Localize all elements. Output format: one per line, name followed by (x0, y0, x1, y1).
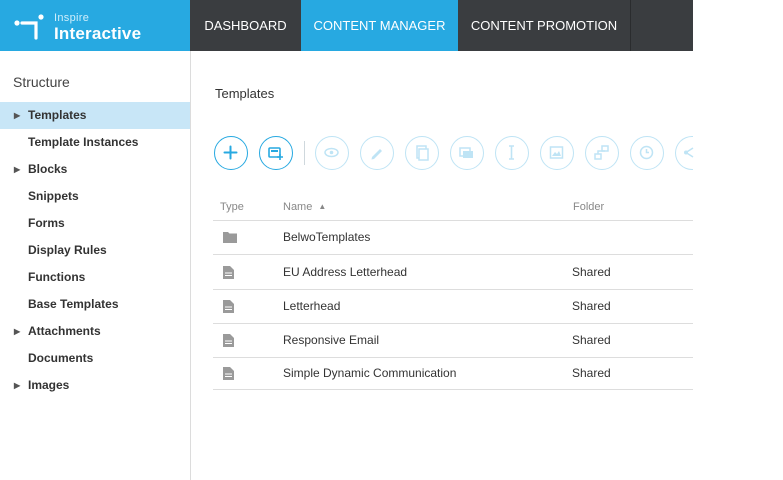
tab-content-manager[interactable]: CONTENT MANAGER (301, 0, 458, 51)
add-template-button[interactable] (214, 136, 248, 170)
sidebar-item-blocks[interactable]: ▶ Blocks (0, 156, 190, 183)
row-name: EU Address Letterhead (283, 265, 408, 279)
expand-caret-icon[interactable]: ▶ (14, 156, 20, 183)
toolbar-separator (304, 141, 305, 165)
sidebar-item-display-rules[interactable]: Display Rules (0, 237, 190, 264)
text-cursor-icon (509, 145, 514, 160)
logo-mark-icon (14, 14, 44, 40)
top-navigation-bar: Inspire Interactive DASHBOARD CONTENT MA… (0, 0, 693, 51)
table-row[interactable]: Simple Dynamic Communication Shared (213, 358, 693, 390)
sidebar-item-label: Snippets (28, 189, 79, 203)
copy-button[interactable] (405, 136, 439, 170)
sidebar-item-label: Template Instances (28, 135, 139, 149)
sidebar-item-images[interactable]: ▶ Images (0, 372, 190, 399)
sidebar-item-functions[interactable]: Functions (0, 264, 190, 291)
brand-name-line2: Interactive (54, 24, 142, 43)
sidebar-item-label: Blocks (28, 162, 68, 176)
document-icon (223, 367, 234, 380)
sidebar-item-label: Images (28, 378, 70, 392)
sidebar-item-label: Forms (28, 216, 65, 230)
text-button[interactable] (495, 136, 529, 170)
sidebar-item-snippets[interactable]: Snippets (0, 183, 190, 210)
row-name: Letterhead (283, 299, 341, 313)
row-name: BelwoTemplates (283, 230, 371, 244)
table-row[interactable]: Responsive Email Shared (213, 324, 693, 358)
move-icon (459, 147, 473, 158)
new-from-template-button[interactable] (259, 136, 293, 170)
document-icon (223, 266, 234, 279)
expand-caret-icon[interactable]: ▶ (14, 372, 20, 399)
sidebar-item-templates[interactable]: ▶ Templates (0, 102, 190, 129)
tab-content-promotion[interactable]: CONTENT PROMOTION (458, 0, 630, 51)
sort-ascending-icon: ▲ (318, 202, 327, 211)
schedule-button[interactable] (630, 136, 664, 170)
expand-caret-icon[interactable]: ▶ (14, 102, 20, 129)
row-name: Simple Dynamic Communication (283, 366, 457, 380)
row-folder: Shared (572, 366, 611, 380)
brand-logo[interactable]: Inspire Interactive (0, 0, 190, 51)
eye-icon (324, 147, 339, 158)
document-icon (223, 334, 234, 347)
document-icon (223, 300, 234, 313)
sidebar-item-label: Attachments (28, 324, 101, 338)
row-folder: Shared (572, 265, 611, 279)
move-button[interactable] (450, 136, 484, 170)
sidebar-item-forms[interactable]: Forms (0, 210, 190, 237)
table-row[interactable]: EU Address Letterhead Shared (213, 255, 693, 290)
structure-sidebar: Structure ▶ Templates Template Instances… (0, 51, 191, 480)
pencil-icon (371, 149, 382, 160)
sidebar-item-base-templates[interactable]: Base Templates (0, 291, 190, 318)
column-header-type[interactable]: Type (220, 201, 244, 213)
sidebar-item-documents[interactable]: Documents (0, 345, 190, 372)
sidebar-title: Structure (13, 74, 70, 90)
row-folder: Shared (572, 299, 611, 313)
plus-icon (223, 145, 238, 160)
edit-button[interactable] (360, 136, 394, 170)
sidebar-item-attachments[interactable]: ▶ Attachments (0, 318, 190, 345)
table-row[interactable]: BelwoTemplates (213, 221, 693, 255)
sidebar-item-template-instances[interactable]: Template Instances (0, 129, 190, 156)
share-icon (684, 147, 694, 158)
column-header-name-label: Name (283, 201, 313, 213)
brand-name-line1: Inspire (54, 12, 90, 24)
nav-divider (630, 0, 631, 51)
row-folder: Shared (572, 333, 611, 347)
clock-icon (639, 145, 654, 160)
new-from-template-icon (268, 147, 283, 160)
preview-button[interactable] (315, 136, 349, 170)
table-row[interactable]: Letterhead Shared (213, 290, 693, 324)
sidebar-item-label: Templates (28, 108, 87, 122)
column-header-name[interactable]: Name ▲ (283, 201, 326, 213)
workflow-icon (594, 145, 609, 160)
expand-caret-icon[interactable]: ▶ (14, 318, 20, 345)
workflow-button[interactable] (585, 136, 619, 170)
sidebar-item-label: Documents (28, 351, 94, 365)
sidebar-item-label: Display Rules (28, 243, 107, 257)
row-name: Responsive Email (283, 333, 380, 347)
copy-icon (416, 145, 429, 161)
page-title: Templates (215, 86, 275, 101)
tab-dashboard[interactable]: DASHBOARD (190, 0, 301, 51)
column-header-folder[interactable]: Folder (573, 201, 604, 213)
folder-icon (223, 232, 237, 243)
sidebar-item-label: Functions (28, 270, 86, 284)
image-button[interactable] (540, 136, 574, 170)
share-button[interactable] (675, 136, 694, 170)
image-icon (549, 146, 564, 159)
sidebar-item-label: Base Templates (28, 297, 119, 311)
